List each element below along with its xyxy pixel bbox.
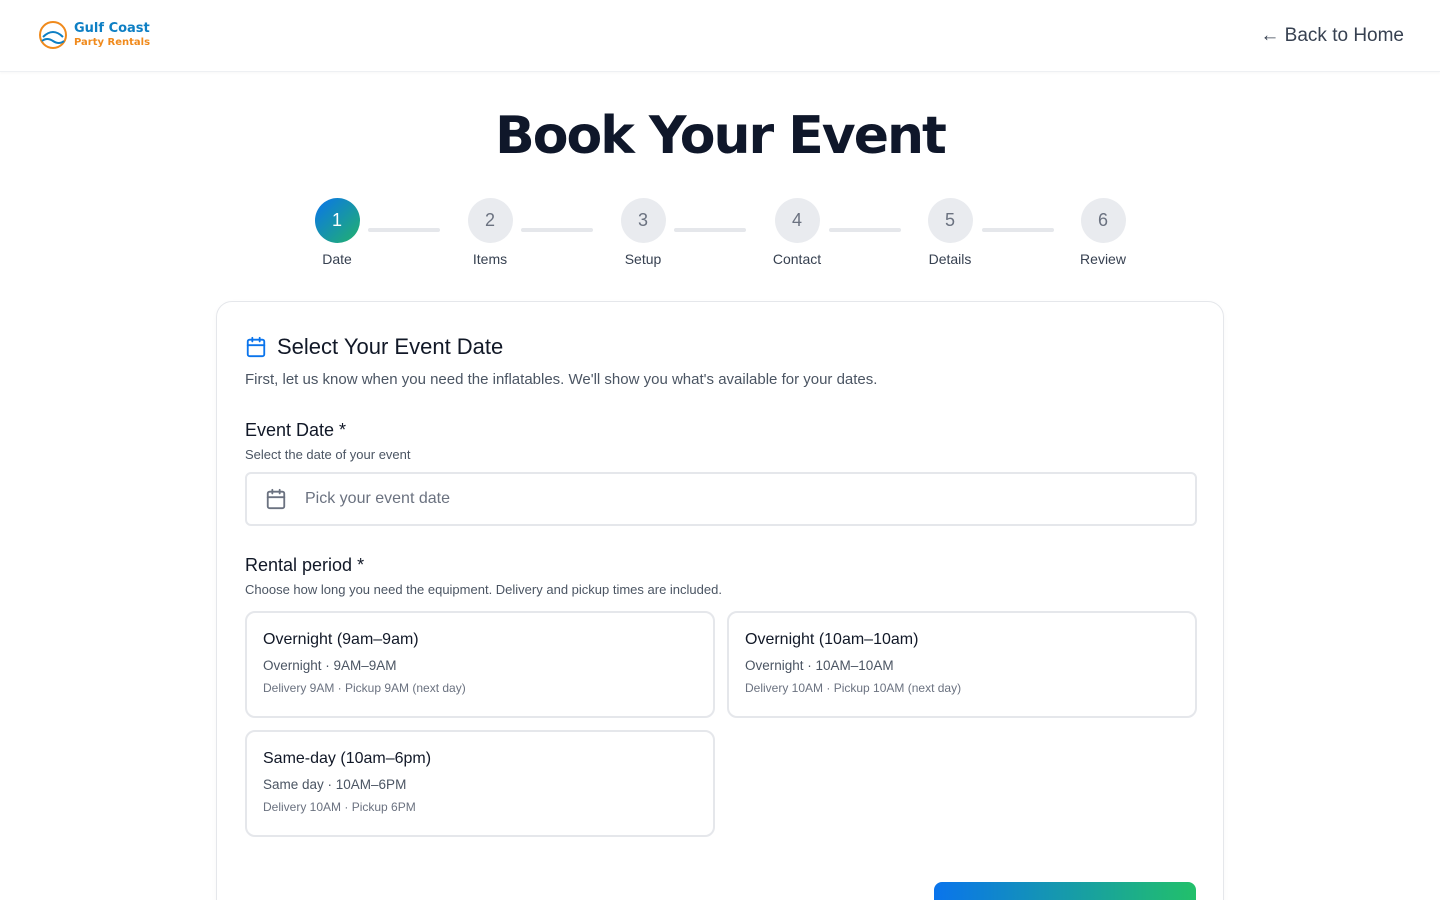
option-subtitle: Overnight · 10AM–10AM	[745, 658, 894, 673]
brand-name: Gulf Coast Party Rentals	[74, 22, 150, 48]
step-label: Items	[472, 251, 508, 267]
step-number: 1	[314, 198, 360, 243]
step-number: 2	[467, 198, 513, 243]
continue-button[interactable]	[934, 882, 1196, 900]
rental-period-label: Rental period *	[245, 555, 365, 575]
event-date-help: Select the date of your event	[245, 447, 411, 462]
step-number: 3	[620, 198, 666, 243]
calendar-icon	[266, 488, 286, 510]
step-setup[interactable]: 3 Setup	[598, 198, 688, 267]
card-title: Select Your Event Date	[277, 334, 504, 359]
rental-period-help: Choose how long you need the equipment. …	[245, 582, 722, 597]
step-number: 6	[1080, 198, 1126, 243]
step-items[interactable]: 2 Items	[445, 198, 535, 267]
rental-option-same-day[interactable]: Same-day (10am–6pm) Same day · 10AM–6PM …	[245, 730, 715, 837]
step-label: Details	[928, 251, 972, 267]
option-detail: Delivery 10AM · Pickup 10AM (next day)	[745, 681, 962, 695]
card-heading: Select Your Event Date	[245, 334, 503, 360]
brand-name-line1: Gulf Coast	[74, 21, 150, 36]
event-date-placeholder: Pick your event date	[305, 490, 450, 507]
rental-option-overnight-9am[interactable]: Overnight (9am–9am) Overnight · 9AM–9AM …	[245, 611, 715, 718]
option-title: Same-day (10am–6pm)	[263, 750, 432, 767]
back-to-home-link[interactable]: ← Back to Home	[1260, 25, 1404, 47]
card-description: First, let us know when you need the inf…	[245, 371, 878, 388]
brand-logo[interactable]: Gulf Coast Party Rentals	[38, 20, 150, 50]
event-date-card: Select Your Event Date First, let us kno…	[216, 301, 1224, 900]
step-number: 5	[927, 198, 973, 243]
option-subtitle: Overnight · 9AM–9AM	[263, 658, 397, 673]
step-review[interactable]: 6 Review	[1058, 198, 1148, 267]
event-date-label: Event Date *	[245, 420, 347, 440]
calendar-icon	[246, 336, 266, 358]
site-header: Gulf Coast Party Rentals ← Back to Home	[0, 0, 1440, 72]
rental-option-overnight-10am[interactable]: Overnight (10am–10am) Overnight · 10AM–1…	[727, 611, 1197, 718]
brand-name-line2: Party Rentals	[74, 37, 151, 48]
option-detail: Delivery 10AM · Pickup 6PM	[263, 800, 416, 814]
booking-stepper: 1 Date 2 Items 3 Setup 4 Contact 5 Detai…	[0, 198, 1440, 270]
step-contact[interactable]: 4 Contact	[752, 198, 842, 267]
event-date-picker[interactable]: Pick your event date	[245, 472, 1197, 526]
option-title: Overnight (10am–10am)	[745, 631, 919, 648]
option-title: Overnight (9am–9am)	[263, 631, 419, 648]
page-title: Book Your Event	[495, 106, 947, 166]
step-label: Review	[1080, 251, 1126, 267]
step-number: 4	[774, 198, 820, 243]
logo-sun-wave-icon	[39, 21, 67, 49]
step-date[interactable]: 1 Date	[292, 198, 382, 267]
option-subtitle: Same day · 10AM–6PM	[263, 777, 407, 792]
option-detail: Delivery 9AM · Pickup 9AM (next day)	[263, 681, 466, 695]
step-label: Contact	[772, 251, 822, 267]
step-details[interactable]: 5 Details	[905, 198, 995, 267]
step-label: Setup	[624, 251, 662, 267]
step-label: Date	[322, 251, 352, 267]
